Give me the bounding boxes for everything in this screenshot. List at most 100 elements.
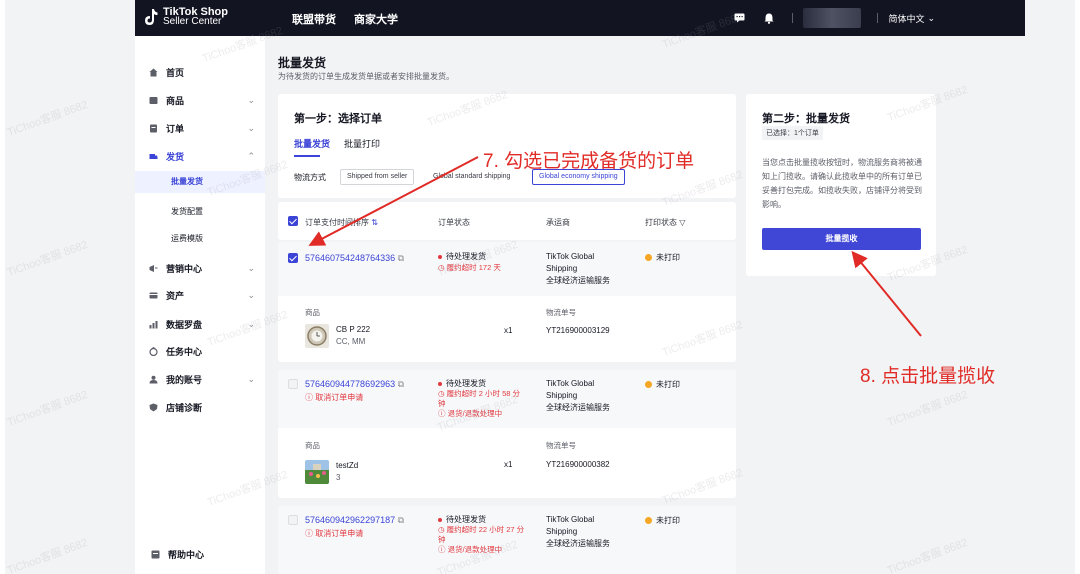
order-summary-row: 576460944778692963 ⧉ ⓘ 取消订单申请 待处理发货 ◷ 履约…: [278, 370, 736, 428]
tracking-number: YT216900003129: [546, 326, 610, 335]
order-checkbox[interactable]: [288, 515, 298, 525]
app-root: TikTok Shop Seller Center 联盟带货 商家大学 简体中文…: [5, 0, 1075, 574]
nav-university[interactable]: 商家大学: [354, 11, 398, 27]
sidebar-sub-freight-template[interactable]: 运费模版: [171, 233, 203, 244]
carrier-info: TikTok Global Shipping 全球经济运输服务: [546, 378, 610, 414]
print-status: 未打印: [645, 379, 680, 390]
copy-icon[interactable]: ⧉: [398, 253, 404, 263]
col-header-carrier: 承运商: [546, 218, 570, 227]
sidebar-label: 营销中心: [166, 264, 203, 274]
status-dot: [438, 517, 442, 522]
chevron-down-icon: ⌄: [247, 123, 255, 133]
copy-icon[interactable]: ⧉: [398, 515, 404, 525]
status-dot: [438, 381, 442, 386]
nav-affiliate[interactable]: 联盟带货: [292, 11, 336, 27]
status-text: 待处理发货: [446, 379, 486, 388]
sidebar-item-task-center[interactable]: 任务中心: [149, 345, 255, 358]
chevron-down-icon: ⌄: [247, 319, 255, 329]
product-label: 商品: [305, 308, 320, 317]
status-dot: [645, 381, 652, 388]
carrier-line: Shipping: [546, 264, 578, 273]
tracking-number: YT216900000382: [546, 460, 610, 469]
carrier-line: TikTok Global: [546, 252, 595, 261]
chart-icon: [149, 321, 158, 329]
top-bar: TikTok Shop Seller Center 联盟带货 商家大学 简体中文…: [135, 0, 1025, 36]
status-dot: [645, 517, 652, 524]
sidebar-item-data-compass[interactable]: 数据罗盘 ⌄: [149, 318, 255, 331]
filter-icon: ▽: [679, 218, 686, 227]
copy-icon[interactable]: ⧉: [398, 379, 404, 389]
order-checkbox[interactable]: [288, 253, 298, 263]
sidebar-label: 资产: [166, 291, 185, 301]
shipping-option-seller[interactable]: Shipped from seller: [340, 169, 415, 185]
chevron-down-icon: ⌄: [247, 290, 255, 300]
print-text: 未打印: [656, 253, 680, 262]
product-thumbnail: [305, 460, 329, 484]
carrier-line: 全球经济运输服务: [546, 539, 610, 548]
bell-icon[interactable]: [762, 11, 776, 25]
sidebar-sub-batch-ship[interactable]: 批量发货: [135, 171, 265, 193]
refund-status-text: 退货/退款处理中: [447, 545, 503, 554]
sidebar: 首页 商品 ⌄ 订单 ⌄ 发货 ⌃ 批量发货 发货配置 运费模版 营销中心 ⌄ …: [135, 36, 265, 574]
sidebar-item-assets[interactable]: 资产 ⌄: [149, 289, 255, 302]
select-all-checkbox[interactable]: [288, 216, 298, 226]
sidebar-item-orders[interactable]: 订单 ⌄: [149, 122, 255, 135]
annotation-step7: 7. 勾选已完成备货的订单: [483, 151, 695, 172]
col-header-pay-time[interactable]: 订单支付时间排序 ⇅: [305, 217, 378, 228]
status-text: 待处理发货: [446, 515, 486, 524]
step2-title: 第二步：批量发货: [762, 113, 850, 125]
sidebar-sub-ship-config[interactable]: 发货配置: [171, 206, 203, 217]
cancel-text: 取消订单申请: [315, 393, 364, 402]
step2-card: 第二步：批量发货 已选择：1个订单 当您点击批量揽收按钮时，物流服务商将被通知上…: [746, 94, 936, 276]
sla-text-cont: 钟: [438, 535, 446, 544]
cancel-text: 取消订单申请: [315, 529, 364, 538]
sidebar-item-store-diagnosis[interactable]: 店铺诊断: [149, 401, 255, 414]
sla-warning: ◷ 履约超时 2 小时 58 分钟 ⓘ 退货/退款处理中: [438, 389, 520, 418]
tracking-label: 物流单号: [546, 308, 576, 317]
watermark: TiChoo客服 8682: [5, 536, 90, 574]
order-id-link[interactable]: 576460942962297187 ⧉: [305, 515, 404, 526]
sidebar-label: 发货: [166, 152, 185, 162]
sidebar-item-home[interactable]: 首页: [149, 66, 255, 79]
top-right-tools: 简体中文 ⌄: [732, 0, 1025, 36]
divider: [792, 13, 794, 23]
status-dot: [438, 254, 442, 259]
order-id-link[interactable]: 576460754248764336 ⧉: [305, 253, 404, 264]
col-header-print-status[interactable]: 打印状态 ▽: [645, 217, 685, 228]
carrier-line: 全球经济运输服务: [546, 276, 610, 285]
sidebar-item-marketing[interactable]: 营销中心 ⌄: [149, 262, 255, 275]
product-variant: 3: [336, 473, 341, 482]
order-checkbox[interactable]: [288, 379, 298, 389]
active-tab-indicator: [294, 155, 320, 157]
order-status: 待处理发货: [438, 378, 486, 389]
tab-batch-ship[interactable]: 批量发货: [294, 137, 330, 150]
sidebar-item-my-account[interactable]: 我的账号 ⌄: [149, 373, 255, 386]
status-text: 待处理发货: [446, 252, 486, 261]
order-icon: [150, 124, 157, 133]
help-icon: [151, 550, 160, 559]
language-selector[interactable]: 简体中文 ⌄: [888, 12, 935, 25]
batch-pickup-button[interactable]: 批量揽收: [762, 228, 921, 250]
order-id-link[interactable]: 576460944778692963 ⧉: [305, 379, 404, 390]
product-icon: [149, 97, 158, 104]
carrier-info: TikTok Global Shipping 全球经济运输服务: [546, 514, 610, 550]
tab-batch-print[interactable]: 批量打印: [344, 137, 380, 150]
user-icon: [149, 375, 158, 384]
product-label: 商品: [305, 441, 320, 450]
product-qty: x1: [504, 326, 513, 335]
account-avatar[interactable]: [803, 8, 862, 28]
sidebar-label: 商品: [166, 96, 185, 106]
product-name: CB P 222 CC, MM: [336, 324, 370, 348]
diagnosis-icon: [149, 403, 158, 412]
page-title: 批量发货: [278, 56, 327, 70]
print-text: 未打印: [656, 516, 680, 525]
shipping-method-label: 物流方式: [294, 173, 326, 182]
sidebar-item-shipping[interactable]: 发货 ⌃: [149, 150, 255, 163]
brand-logo[interactable]: TikTok Shop Seller Center: [144, 7, 228, 27]
sidebar-item-products[interactable]: 商品 ⌄: [149, 94, 255, 107]
order-card: 576460754248764336 ⧉ 待处理发货 ◷ 履约超时 172 天 …: [278, 242, 736, 362]
message-icon[interactable]: [732, 11, 746, 25]
selected-count-badge: 已选择：1个订单: [762, 126, 823, 140]
help-label: 帮助中心: [168, 550, 205, 560]
help-center-link[interactable]: 帮助中心: [151, 548, 204, 561]
